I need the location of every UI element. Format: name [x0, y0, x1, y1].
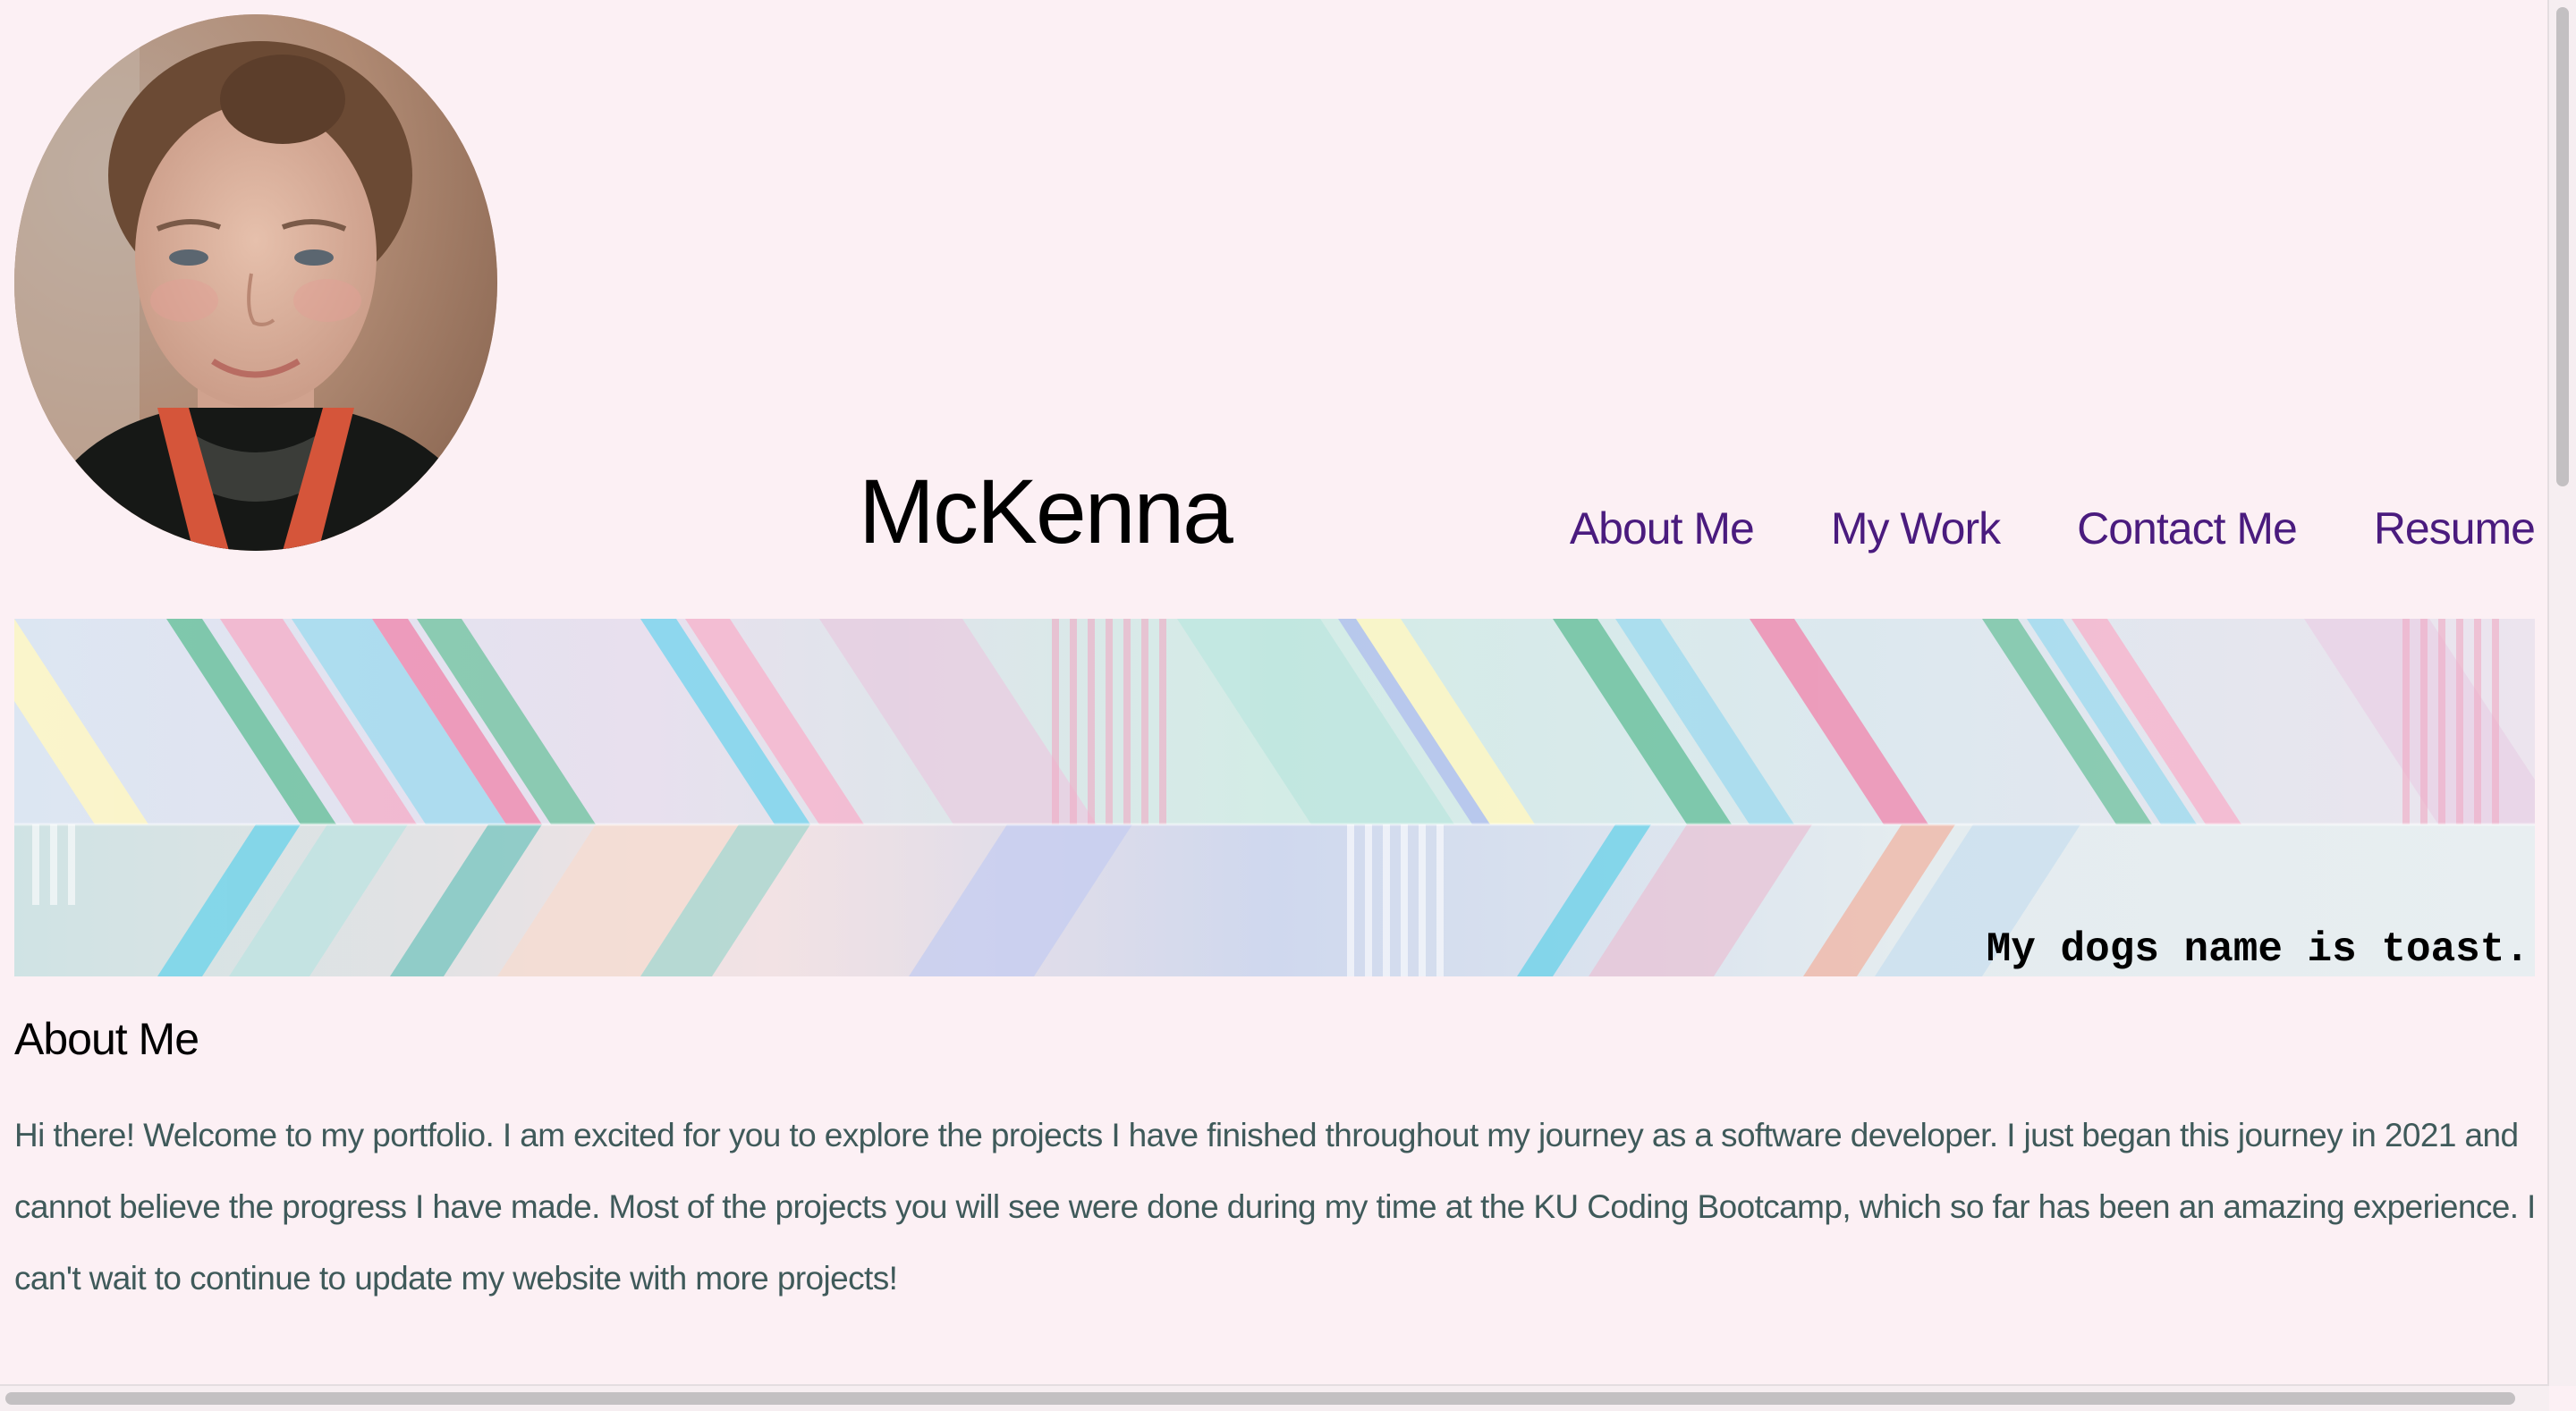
vertical-scrollbar[interactable]: [2547, 0, 2576, 1386]
horizontal-scrollbar-thumb[interactable]: [5, 1392, 2515, 1405]
hero-banner: My dogs name is toast.: [14, 619, 2535, 976]
main-nav: About Me My Work Contact Me Resume: [1570, 497, 2536, 560]
banner-caption: My dogs name is toast.: [1986, 926, 2529, 973]
portfolio-page: McKenna About Me My Work Contact Me Resu…: [0, 0, 2576, 1411]
nav-about-me-link[interactable]: About Me: [1570, 497, 1755, 560]
profile-photo-icon: [14, 14, 497, 551]
about-me-paragraph: Hi there! Welcome to my portfolio. I am …: [14, 1117, 2536, 1297]
nav-resume-link[interactable]: Resume: [2374, 497, 2536, 560]
nav-contact-me-link[interactable]: Contact Me: [2077, 497, 2298, 560]
nav-my-work-link[interactable]: My Work: [1831, 497, 2001, 560]
horizontal-scrollbar[interactable]: [0, 1384, 2549, 1411]
vertical-scrollbar-thumb[interactable]: [2556, 7, 2569, 486]
site-title: McKenna: [859, 460, 1233, 562]
profile-photo-avatar: [14, 14, 497, 551]
about-me-heading: About Me: [14, 1014, 199, 1064]
